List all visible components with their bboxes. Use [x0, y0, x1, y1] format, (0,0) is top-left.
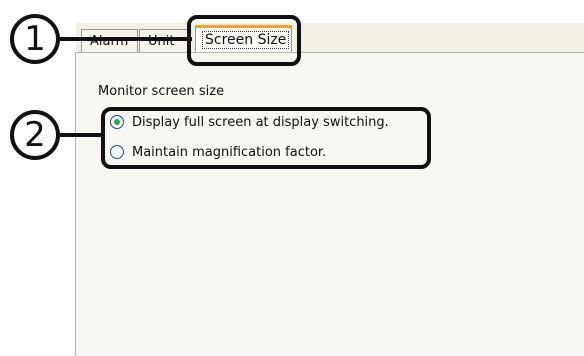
callout-1-marker: 1: [10, 14, 60, 64]
callout-1-frame: [187, 15, 301, 66]
callout-2-marker: 2: [10, 110, 60, 160]
tab-unit[interactable]: Unit: [139, 29, 189, 53]
section-title: Monitor screen size: [98, 84, 225, 99]
callout-2-frame: [101, 107, 431, 169]
callout-1-connector: [58, 37, 192, 41]
screen-size-settings-illustration: Alarm Unit Screen Size Monitor screen si…: [0, 0, 584, 356]
callout-2-connector: [58, 133, 104, 137]
tab-alarm[interactable]: Alarm: [81, 29, 138, 53]
